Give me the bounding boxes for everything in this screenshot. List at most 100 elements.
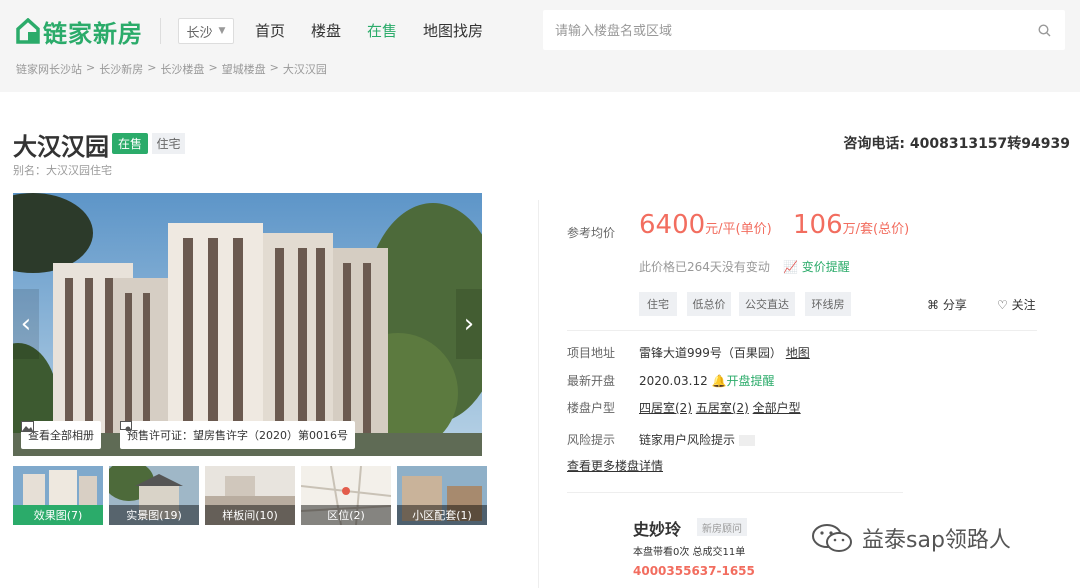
follow-label: 关注: [1011, 298, 1036, 312]
city-label: 长沙: [186, 25, 213, 41]
thumb-real-photos[interactable]: 实景图(19): [109, 466, 199, 525]
thumb-facilities[interactable]: 小区配套(1): [397, 466, 487, 525]
risk-value[interactable]: 链家用户风险提示: [639, 433, 735, 447]
breadcrumb-district[interactable]: 望城楼盘: [222, 61, 266, 77]
more-details-link[interactable]: 查看更多楼盘详情: [567, 457, 663, 474]
header-divider: [160, 18, 161, 44]
open-date-label: 最新开盘: [567, 374, 616, 388]
thumb-rendering[interactable]: 效果图(7): [13, 466, 103, 525]
layout-4-bedroom-link[interactable]: 四居室(2): [639, 401, 692, 415]
risk-row: 链家用户风险提示: [639, 431, 755, 448]
price-label: 参考均价: [567, 226, 616, 240]
thumb-rendering-label: 效果图(7): [13, 505, 103, 525]
breadcrumb: 链家网长沙站 > 长沙新房 > 长沙楼盘 > 望城楼盘 > 大汉汉园: [16, 61, 327, 77]
nav-projects[interactable]: 楼盘: [311, 20, 341, 41]
chevron-down-icon: ▼: [218, 26, 226, 36]
share-label: 分享: [942, 298, 967, 312]
agent-stats: 本盘带看0次 总成交11单: [633, 547, 746, 558]
agent-role-badge: 新房顾问: [697, 518, 747, 536]
layout-row: 四居室(2) 五居室(2) 全部户型: [639, 399, 801, 416]
wechat-logo-icon: [812, 524, 852, 552]
logo-text: 链家新房: [43, 19, 143, 48]
breadcrumb-separator: >: [208, 61, 218, 74]
address-row: 雷锋大道999号（百果园） 地图: [639, 344, 810, 361]
price-change-alert-button[interactable]: 📈 变价提醒: [783, 258, 850, 275]
layout-all-link[interactable]: 全部户型: [753, 401, 801, 415]
presale-permit[interactable]: 预售许可证：望房售许字（2020）第0016号: [120, 421, 355, 449]
view-all-photos-button[interactable]: 查看全部相册: [21, 421, 101, 449]
map-link[interactable]: 地图: [786, 346, 810, 360]
feature-tag: 住宅: [639, 292, 677, 316]
total-price-suffix: 万/套(总价): [842, 222, 910, 237]
top-bar: 链家新房 长沙 ▼ 首页 楼盘 在售 地图找房 链家网长沙站 > 长沙新房 > …: [0, 0, 1080, 92]
feature-tag: 环线房: [805, 292, 851, 316]
unit-price-value: 6400: [639, 210, 706, 240]
consult-phone: 咨询电话: 4008313157转94939: [843, 136, 1070, 152]
nav-map-search[interactable]: 地图找房: [423, 20, 483, 41]
city-selector[interactable]: 长沙 ▼: [178, 18, 234, 44]
agent-name: 史妙玲: [633, 520, 682, 539]
layout-label: 楼盘户型: [567, 401, 616, 415]
breadcrumb-projects[interactable]: 长沙楼盘: [160, 61, 204, 77]
nav-home[interactable]: 首页: [255, 20, 285, 41]
layout-5-bedroom-link[interactable]: 五居室(2): [696, 401, 749, 415]
open-alert-label: 开盘提醒: [726, 374, 775, 388]
divider: [567, 492, 903, 493]
address-value: 雷锋大道999号（百果园）: [639, 346, 782, 360]
presale-permit-text: 预售许可证：望房售许字（2020）第0016号: [127, 429, 348, 442]
open-alert-button[interactable]: 🔔开盘提醒: [712, 374, 775, 388]
share-icon: ⌘: [927, 298, 939, 312]
building-rendering-image: [13, 193, 482, 456]
risk-label: 风险提示: [567, 433, 616, 447]
breadcrumb-separator: >: [269, 61, 279, 74]
main-photo[interactable]: ‹ › 查看全部相册 预售许可证：望房售许字（2020）第0016号: [13, 193, 482, 456]
page-title: 大汉汉园: [13, 133, 109, 161]
follow-button[interactable]: ♡ 关注: [997, 296, 1036, 313]
house-logo-icon: [16, 18, 40, 44]
logo[interactable]: 链家新房: [16, 15, 143, 48]
thumb-location[interactable]: 区位(2): [301, 466, 391, 525]
unit-price: 6400元/平(单价): [639, 210, 772, 240]
price-change-alert-label: 变价提醒: [801, 260, 850, 274]
thumb-model-room[interactable]: 样板间(10): [205, 466, 295, 525]
main-nav: 首页 楼盘 在售 地图找房: [255, 20, 483, 41]
price-note: 此价格已264天没有变动: [639, 260, 770, 274]
feature-tag: 公交直达: [739, 292, 795, 316]
trend-chart-icon: 📈: [783, 260, 798, 274]
feature-tag: 低总价: [687, 292, 731, 316]
unit-price-suffix: 元/平(单价): [705, 222, 772, 237]
heart-icon: ♡: [997, 298, 1008, 312]
search-input[interactable]: [555, 20, 1025, 40]
open-date-row: 2020.03.12 🔔开盘提醒: [639, 372, 775, 389]
thumb-location-label: 区位(2): [301, 505, 391, 525]
breadcrumb-new-homes[interactable]: 长沙新房: [99, 61, 143, 77]
share-button[interactable]: ⌘ 分享: [927, 296, 967, 313]
chevron-left-icon: ‹: [20, 309, 32, 339]
watermark: 益泰sap领路人: [810, 522, 1011, 554]
chevron-right-icon: ›: [463, 309, 475, 339]
divider: [567, 330, 1037, 331]
view-all-photos-label: 查看全部相册: [28, 429, 94, 442]
info-icon: [738, 435, 755, 446]
search-icon[interactable]: [1038, 24, 1051, 37]
breadcrumb-site[interactable]: 链家网长沙站: [16, 61, 82, 77]
next-photo-button[interactable]: ›: [456, 289, 482, 359]
nav-on-sale[interactable]: 在售: [367, 20, 397, 41]
property-alias: 别名：大汉汉园住宅: [13, 164, 112, 177]
status-badge: 在售: [112, 133, 148, 154]
open-date-value: 2020.03.12: [639, 374, 708, 388]
certificate-icon: [120, 421, 132, 432]
address-label: 项目地址: [567, 346, 616, 360]
thumb-real-photos-label: 实景图(19): [109, 505, 199, 525]
total-price: 106万/套(总价): [793, 210, 909, 240]
breadcrumb-current: 大汉汉园: [282, 63, 327, 76]
breadcrumb-separator: >: [86, 61, 96, 74]
total-price-value: 106: [793, 210, 843, 240]
bell-icon: 🔔: [711, 374, 727, 388]
agent-phone[interactable]: 4000355637-1655: [633, 564, 755, 578]
breadcrumb-separator: >: [147, 61, 157, 74]
image-icon: [21, 421, 34, 432]
type-badge: 住宅: [152, 133, 185, 154]
prev-photo-button[interactable]: ‹: [13, 289, 39, 359]
thumb-facilities-label: 小区配套(1): [397, 505, 487, 525]
